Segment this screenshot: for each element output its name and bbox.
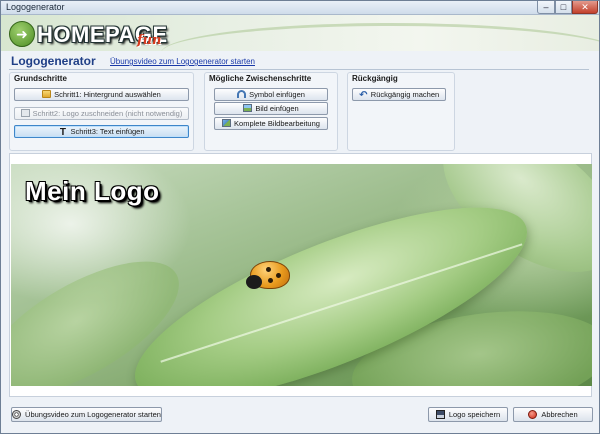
image-edit-icon bbox=[222, 119, 232, 127]
button-label: Bild einfügen bbox=[255, 104, 299, 113]
save-icon bbox=[435, 410, 445, 419]
brand-suffix: fun bbox=[137, 33, 162, 48]
basic-steps-group: Grundschritte Schritt1: Hintergrund ausw… bbox=[9, 72, 194, 151]
insert-symbol-button[interactable]: Symbol einfügen bbox=[214, 88, 328, 101]
undo-icon: ↶ bbox=[359, 90, 368, 101]
ladybug-head bbox=[246, 275, 262, 289]
group-title: Rückgängig bbox=[352, 74, 398, 83]
minimize-button[interactable]: – bbox=[537, 1, 555, 14]
undo-group: Rückgängig ↶ Rückgängig machen bbox=[347, 72, 455, 151]
optional-steps-group: Mögliche Zwischenschritte Symbol einfüge… bbox=[204, 72, 338, 151]
insert-image-button[interactable]: Bild einfügen bbox=[214, 102, 328, 115]
brand-logo: ➜ HOMEPAGE fun bbox=[9, 19, 169, 49]
ladybug-spot bbox=[268, 278, 273, 283]
divider bbox=[9, 69, 589, 70]
title-bar: Logogenerator – □ ✕ bbox=[1, 1, 599, 15]
film-reel-icon bbox=[12, 410, 22, 419]
undo-button[interactable]: ↶ Rückgängig machen bbox=[352, 88, 446, 101]
video-tutorial-button[interactable]: Übungsvideo zum Logogenerator starten bbox=[11, 407, 162, 422]
logo-preview-canvas[interactable]: Mein Logo bbox=[11, 164, 592, 386]
button-label: Komplete Bildbearbeitung bbox=[234, 119, 320, 128]
page-title: Logogenerator bbox=[11, 54, 96, 68]
button-label: Schritt1: Hintergrund auswählen bbox=[54, 90, 161, 99]
button-label: Logo speichern bbox=[448, 410, 501, 419]
save-logo-button[interactable]: Logo speichern bbox=[428, 407, 508, 422]
arrow-icon: ➜ bbox=[9, 21, 35, 47]
maximize-button[interactable]: □ bbox=[555, 1, 572, 14]
button-label: Schritt3: Text einfügen bbox=[70, 127, 145, 136]
window-title: Logogenerator bbox=[6, 2, 65, 12]
video-tutorial-link[interactable]: Übungsvideo zum Logogenerator starten bbox=[110, 57, 255, 66]
ladybug-spot bbox=[276, 273, 281, 278]
button-label: Rückgängig machen bbox=[370, 90, 440, 99]
ladybug-image bbox=[246, 259, 294, 293]
headset-icon bbox=[237, 90, 247, 98]
cancel-icon bbox=[528, 410, 538, 419]
app-window: Logogenerator – □ ✕ ➜ HOMEPAGE fun Logog… bbox=[0, 0, 600, 434]
full-image-edit-button[interactable]: Komplete Bildbearbeitung bbox=[214, 117, 328, 130]
ladybug-spot bbox=[266, 267, 271, 272]
folder-icon bbox=[42, 90, 52, 98]
step3-text-button[interactable]: T Schritt3: Text einfügen bbox=[14, 125, 189, 138]
header-swoosh bbox=[161, 23, 599, 51]
button-label: Abbrechen bbox=[541, 410, 578, 419]
close-button[interactable]: ✕ bbox=[572, 1, 598, 14]
text-icon: T bbox=[59, 127, 66, 138]
group-title: Mögliche Zwischenschritte bbox=[209, 74, 312, 83]
cancel-button[interactable]: Abbrechen bbox=[513, 407, 593, 422]
image-icon bbox=[243, 104, 253, 112]
crop-icon bbox=[20, 109, 30, 117]
button-label: Schritt2: Logo zuschneiden (nicht notwen… bbox=[32, 109, 183, 118]
logo-text-overlay[interactable]: Mein Logo bbox=[25, 176, 159, 207]
brand-header: ➜ HOMEPAGE fun bbox=[1, 15, 599, 51]
step2-crop-button[interactable]: Schritt2: Logo zuschneiden (nicht notwen… bbox=[14, 107, 189, 120]
group-title: Grundschritte bbox=[14, 74, 67, 83]
button-label: Übungsvideo zum Logogenerator starten bbox=[25, 410, 161, 419]
step1-background-button[interactable]: Schritt1: Hintergrund auswählen bbox=[14, 88, 189, 101]
button-label: Symbol einfügen bbox=[249, 90, 305, 99]
